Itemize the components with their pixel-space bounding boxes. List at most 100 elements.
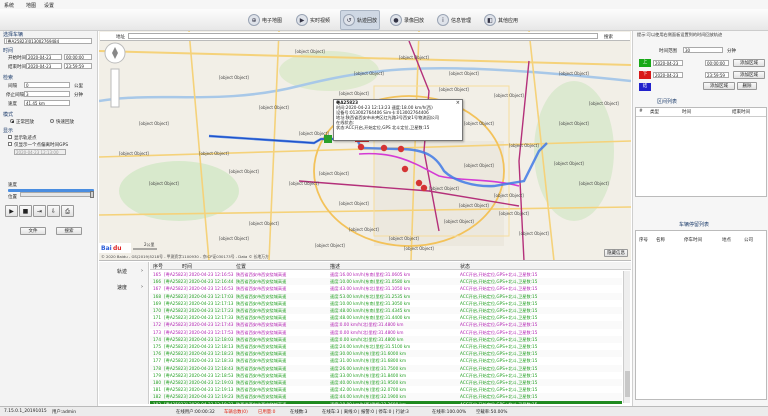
table-row[interactable]: 179 [粤A25823] 2020-04-23 12:18:53 陕西省西安市西安…: [150, 371, 622, 379]
col-park-time: 停车时间: [684, 238, 702, 243]
table-row[interactable]: 172 [粤A25823] 2020-04-23 12:17:43 陕西省西安市西安…: [150, 321, 622, 329]
table-row[interactable]: 183[粤A25823] 2020-04-23 12:19:33陕西省西安市西安…: [150, 400, 622, 404]
chevron-right-icon[interactable]: ›: [141, 284, 143, 290]
show-points-checkbox[interactable]: [8, 135, 12, 139]
map-label: [object Object]: [295, 49, 325, 54]
close-icon[interactable]: ×: [456, 100, 460, 106]
table-row[interactable]: 171 [粤A25823] 2020-04-23 12:17:33 陕西省西安市西安…: [150, 314, 622, 322]
table-row[interactable]: 182 [粤A25823] 2020-04-23 12:19:23 陕西省西安市西安…: [150, 393, 622, 401]
track-icon: ↺: [343, 14, 355, 26]
map-label: [object Object]: [249, 221, 279, 226]
table-row[interactable]: 166 [粤A25823] 2020-04-23 12:16:44 陕西省西安市西安…: [150, 278, 622, 286]
start-time-input[interactable]: 00:00:00: [64, 54, 92, 60]
table-row[interactable]: 177 [粤A25823] 2020-04-23 12:18:33 陕西省西安市西安…: [150, 357, 622, 365]
tab-electronic-map[interactable]: ⊕ 电子地图: [246, 10, 284, 30]
tab-speed[interactable]: 速度: [117, 284, 127, 291]
mode-normal-radio[interactable]: [10, 119, 14, 123]
add-range-button[interactable]: 添加区域: [703, 82, 735, 90]
table-body: 165 [粤A25823] 2020-04-23 12:16:53 陕西省西安市西安…: [150, 271, 622, 404]
tab-info-manage[interactable]: i 信息管理: [435, 10, 473, 30]
map-label: [object Object]: [509, 143, 539, 148]
speed-input[interactable]: 41.45 km: [24, 100, 70, 106]
table-row[interactable]: 169 [粤A25823] 2020-04-23 12:17:13 陕西省西安市西安…: [150, 299, 622, 307]
end-date-input[interactable]: 2020-04-23: [26, 63, 62, 69]
end-time-input[interactable]: 23:59:59: [64, 63, 92, 69]
file-button[interactable]: 文件: [20, 227, 46, 235]
tab-other-apps[interactable]: ◧ 其他应用: [482, 10, 520, 30]
col-status: 状态: [460, 264, 471, 270]
col-no: 序号: [639, 238, 648, 243]
interval-input[interactable]: 0: [24, 82, 70, 88]
table-row[interactable]: 180 [粤A25823] 2020-04-23 12:19:03 陕西省西安市西安…: [150, 379, 622, 387]
cell-loc: 陕西省西安市西安绕城高速: [236, 279, 287, 285]
cell-loc: 陕西省西安市西安绕城高速: [236, 401, 326, 404]
cell-time: [粤A25823] 2020-04-23 12:17:33: [164, 315, 234, 321]
position-slider-thumb[interactable]: [90, 191, 94, 198]
tab-realtime-video[interactable]: ▶ 实时视频: [294, 10, 332, 30]
menu-settings[interactable]: 设置: [44, 2, 54, 9]
tab-record-playback[interactable]: ● 录像回放: [388, 10, 426, 30]
position-slider[interactable]: [20, 192, 94, 197]
cell-time: [粤A25823] 2020-04-23 12:17:23: [164, 308, 234, 313]
print-icon[interactable]: ⎙: [61, 205, 74, 217]
range-down-time[interactable]: 23:59:59: [705, 72, 729, 78]
map-label: [object Object]: [444, 219, 474, 224]
show-stop-label: 仅显示一个点偏离时间GPS: [14, 143, 69, 148]
map-label: [object Object]: [319, 171, 349, 176]
stop-interval-input[interactable]: 3: [24, 91, 70, 97]
table-scrollbar[interactable]: [623, 271, 630, 403]
stop-icon[interactable]: ■: [19, 205, 32, 217]
map-view[interactable]: Bai du [object Object] [object Object] […: [99, 31, 631, 261]
table-row[interactable]: 165 [粤A25823] 2020-04-23 12:16:53 陕西省西安市西安…: [150, 271, 622, 279]
section-parking: 车辆停留列表: [679, 222, 710, 228]
table-row[interactable]: 181 [粤A25823] 2020-04-23 12:19:13 陕西省西安市西安…: [150, 386, 622, 394]
cell-loc: 陕西省西安市西安绕城高速: [236, 286, 287, 292]
range-up-time[interactable]: 00:00:00: [705, 60, 729, 66]
status-vehicle-total: 车辆总数(0): [224, 410, 248, 415]
records-table: # 类型 时间 结束时间: [635, 107, 767, 197]
menu-map[interactable]: 地图: [26, 2, 36, 9]
cell-time: [粤A25823] 2020-04-23 12:16:44: [164, 279, 234, 285]
map-label: [object Object]: [389, 236, 419, 241]
search-button[interactable]: 搜索: [56, 227, 82, 235]
time-range-label: 时间范围: [659, 49, 677, 54]
export-icon[interactable]: ⇩: [47, 205, 60, 217]
range-down-date[interactable]: 2020-04-23: [653, 72, 683, 78]
menu-system[interactable]: 系统: [4, 2, 14, 9]
cell-time: [粤A25823] 2020-04-23 12:18:43: [164, 365, 234, 371]
stop-time-input[interactable]: 2020-04-23 12:13:00: [14, 149, 66, 155]
table-row[interactable]: 173 [粤A25823] 2020-04-23 12:17:53 陕西省西安市西安…: [150, 328, 622, 336]
hide-info-button[interactable]: 隐藏信息: [604, 249, 628, 257]
chevron-right-icon[interactable]: ›: [141, 268, 143, 274]
table-header: 序号 时间 位置 描述 状态: [150, 262, 631, 270]
scrollbar-thumb[interactable]: [625, 371, 630, 397]
play-icon[interactable]: ▶: [5, 205, 18, 217]
cell-loc: 陕西省西安市西安绕城高速: [236, 365, 287, 371]
show-stop-checkbox[interactable]: [8, 142, 12, 146]
add-range-button[interactable]: 添加区域: [733, 71, 765, 79]
mode-fast-radio[interactable]: [50, 119, 54, 123]
address-search-button[interactable]: 搜索: [604, 34, 613, 40]
range-up-date[interactable]: 2020-04-23: [653, 60, 683, 66]
table-row[interactable]: 167 [粤A25823] 2020-04-23 12:16:53 陕西省西安市西安…: [150, 285, 622, 293]
tab-track-playback[interactable]: ↺ 轨迹回放: [340, 10, 381, 30]
step-icon[interactable]: ⇥: [33, 205, 46, 217]
time-range-select[interactable]: 30: [683, 47, 723, 53]
add-range-button[interactable]: 添加区域: [733, 59, 765, 67]
cell-time: [粤A25823] 2020-04-23 12:18:53: [164, 372, 234, 378]
table-row[interactable]: 174 [粤A25823] 2020-04-23 12:18:03 陕西省西安市西安…: [150, 335, 622, 343]
start-date-input[interactable]: 2020-04-23: [26, 54, 62, 60]
table-row[interactable]: 175 [粤A25823] 2020-04-23 12:18:13 陕西省西安市西安…: [150, 343, 622, 351]
popup-status: 状态:ACC开启,开始定位,GPS 北斗定位,卫星数:15: [336, 125, 430, 130]
cell-st: ACC开启,开始定位,GPS+北斗,卫星数:15: [460, 329, 538, 335]
table-row[interactable]: 178 [粤A25823] 2020-04-23 12:18:43 陕西省西安市西安…: [150, 364, 622, 372]
table-row[interactable]: 176 [粤A25823] 2020-04-23 12:18:23 陕西省西安市西安…: [150, 350, 622, 358]
address-input[interactable]: [128, 33, 598, 39]
table-row[interactable]: 170 [粤A25823] 2020-04-23 12:17:23 陕西省西安市西安…: [150, 307, 622, 315]
tab-track[interactable]: 轨迹: [117, 268, 127, 275]
map-labels: [object Object] [object Object] [object …: [99, 31, 631, 260]
table-row[interactable]: 168 [粤A25823] 2020-04-23 12:17:03 陕西省西安市西安…: [150, 292, 622, 300]
vehicle-select[interactable]: [粤A25823]013002769484: [4, 38, 92, 44]
cell-desc: 速度:43.00 km/h(东北)里程:31.1050 km: [330, 286, 411, 292]
delete-button[interactable]: 删除: [737, 82, 757, 90]
